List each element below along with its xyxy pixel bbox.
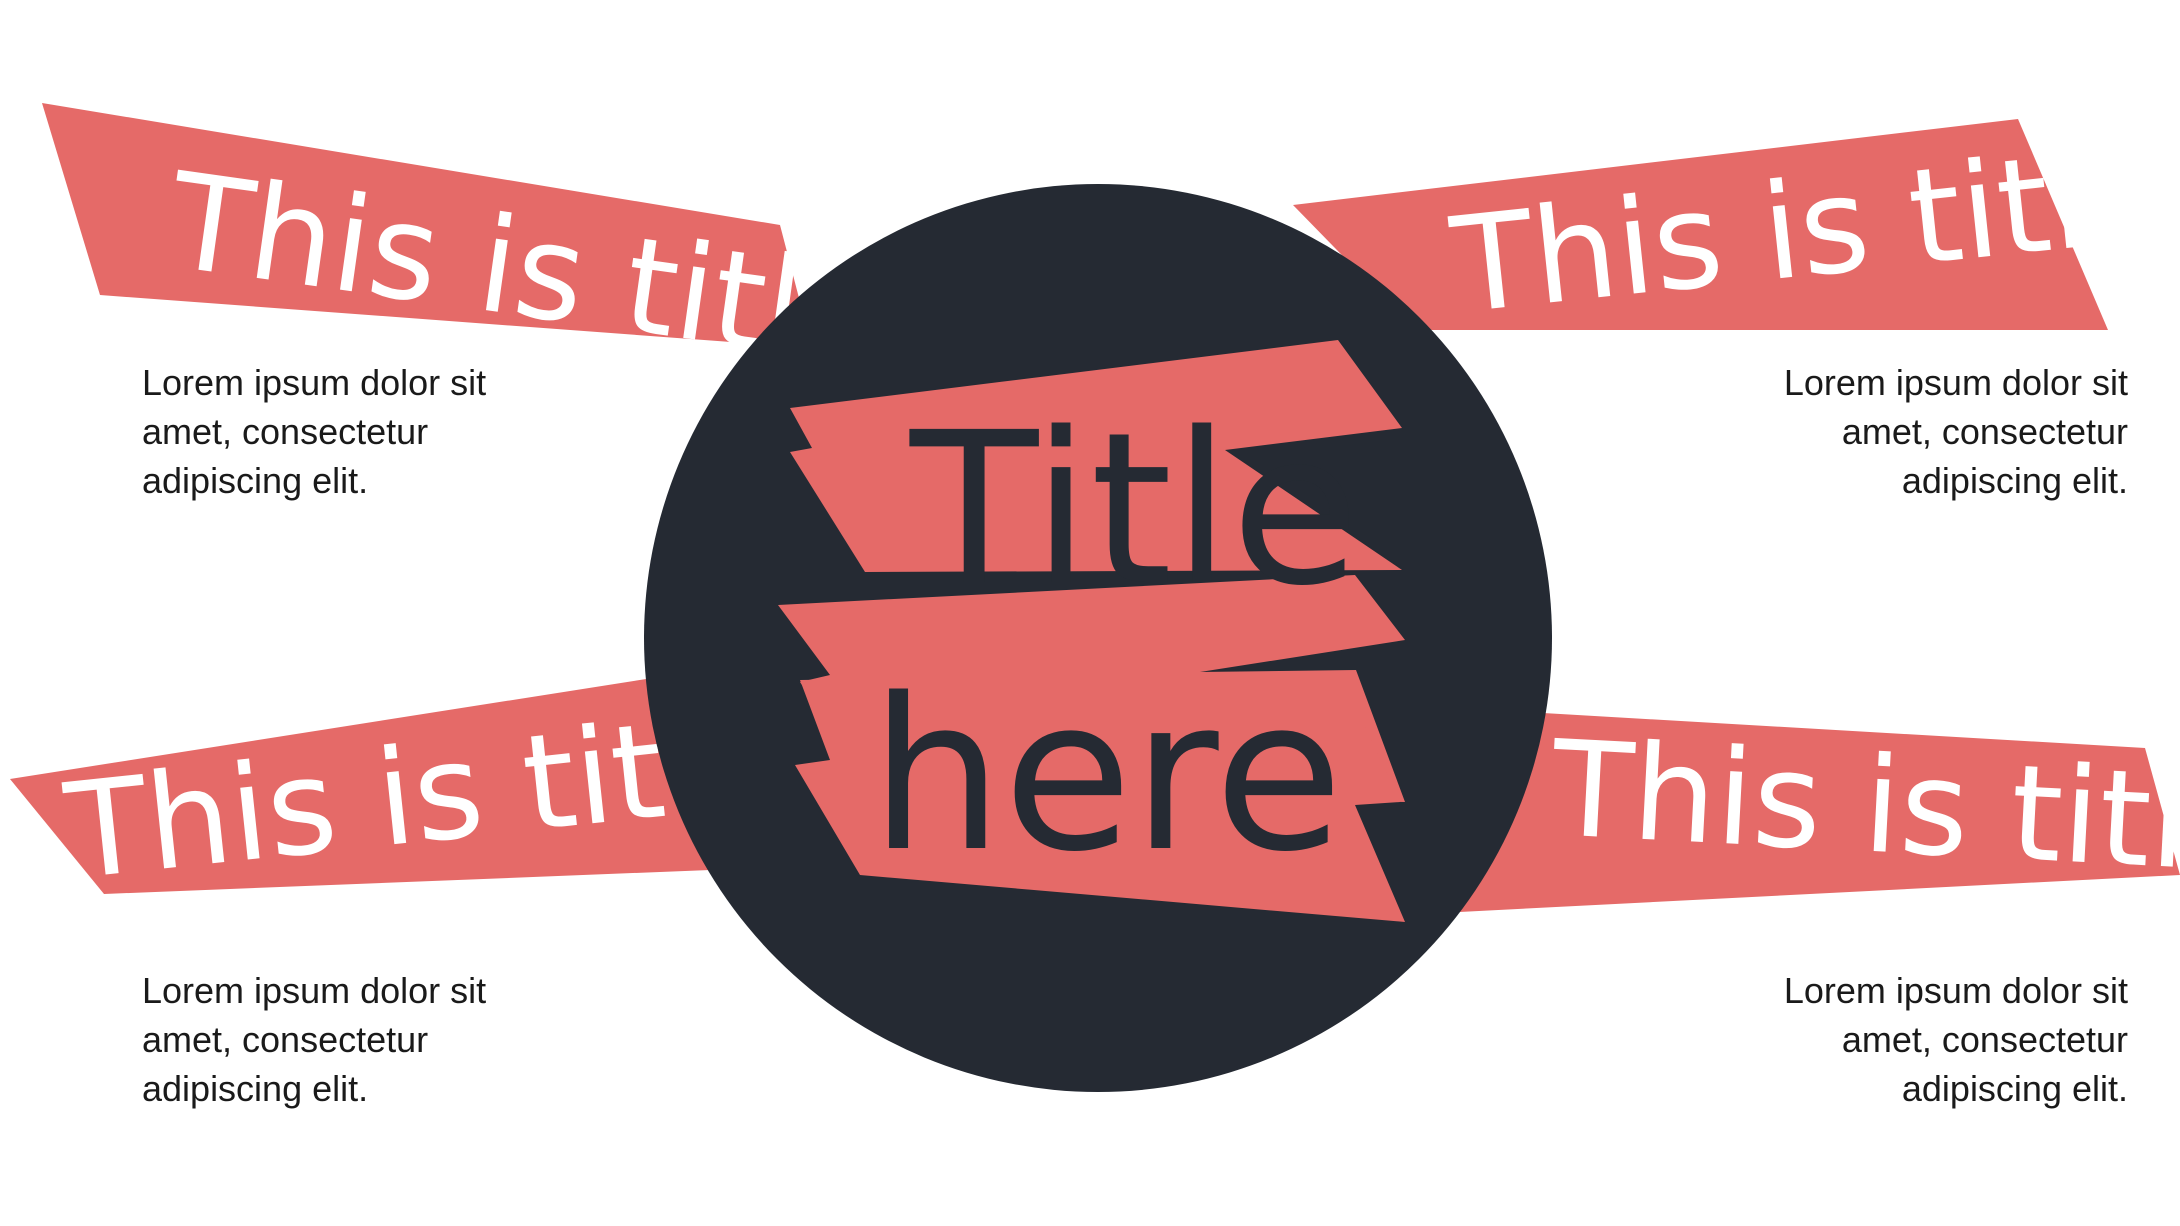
- body-line: amet, consectetur: [142, 1019, 429, 1060]
- body-line: adipiscing elit.: [1901, 1068, 2128, 1109]
- ribbon-top-right: This is title: [1293, 116, 2175, 344]
- ribbon-bottom-right: This is title: [1440, 707, 2180, 913]
- body-line: adipiscing elit.: [142, 1068, 369, 1109]
- body-line: Lorem ipsum dolor sit: [142, 362, 487, 403]
- slide: This is title This is title This is titl…: [0, 0, 2180, 1226]
- body-line: amet, consectetur: [142, 411, 429, 452]
- body-line: adipiscing elit.: [142, 460, 369, 501]
- body-line: Lorem ipsum dolor sit: [1783, 362, 2128, 403]
- section-body-top-right: Lorem ipsum dolor sit amet, consectetur …: [1708, 358, 2128, 505]
- section-body-top-left: Lorem ipsum dolor sit amet, consectetur …: [142, 358, 562, 505]
- body-line: Lorem ipsum dolor sit: [142, 970, 487, 1011]
- center-title-line1: Title: [909, 387, 1360, 632]
- body-line: adipiscing elit.: [1901, 460, 2128, 501]
- section-body-bottom-left: Lorem ipsum dolor sit amet, consectetur …: [142, 966, 562, 1113]
- center-title-line2: here: [870, 653, 1343, 898]
- body-line: amet, consectetur: [1841, 411, 2128, 452]
- body-line: Lorem ipsum dolor sit: [1783, 970, 2128, 1011]
- section-body-bottom-right: Lorem ipsum dolor sit amet, consectetur …: [1708, 966, 2128, 1113]
- body-line: amet, consectetur: [1841, 1019, 2128, 1060]
